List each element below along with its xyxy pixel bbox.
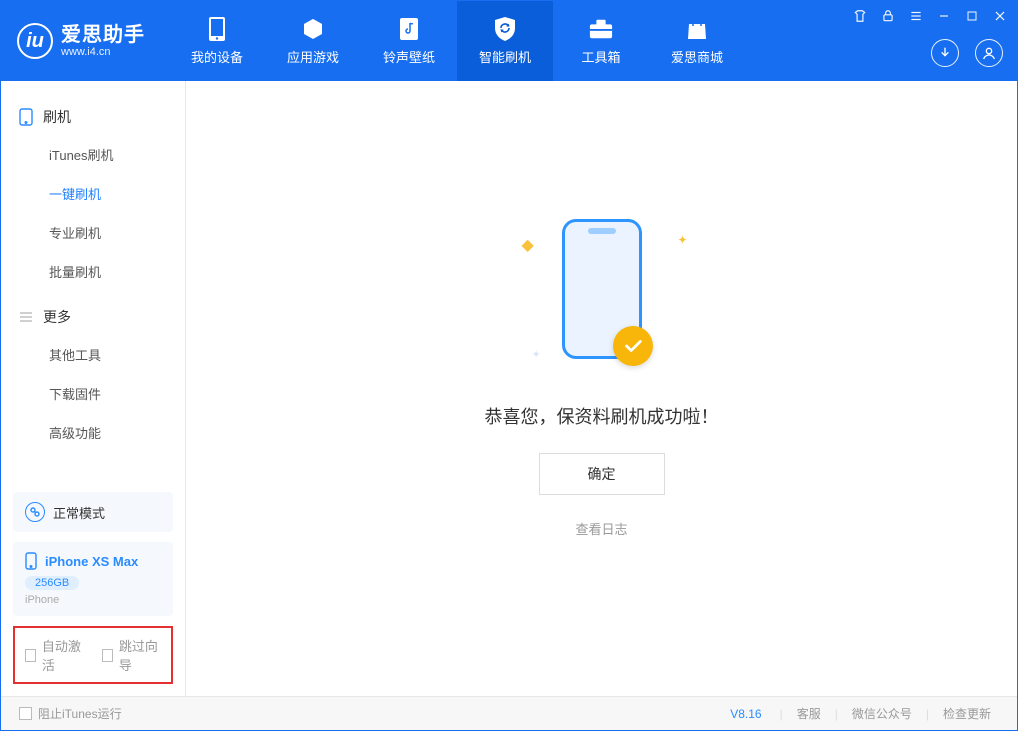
- tab-label: 工具箱: [581, 47, 620, 66]
- checkbox-label: 阻止iTunes运行: [38, 705, 122, 722]
- device-name: iPhone XS Max: [45, 554, 138, 569]
- tab-flash[interactable]: 智能刷机: [457, 1, 553, 81]
- checkbox-icon: [25, 649, 36, 662]
- user-button[interactable]: [975, 39, 1003, 67]
- auto-activate-checkbox[interactable]: 自动激活: [25, 636, 84, 674]
- sidebar-section-title: 刷机: [43, 107, 71, 127]
- statusbar-link-update[interactable]: 检查更新: [935, 705, 999, 722]
- statusbar-link-wechat[interactable]: 微信公众号: [844, 705, 920, 722]
- statusbar-link-support[interactable]: 客服: [789, 705, 829, 722]
- cube-icon: [301, 17, 325, 41]
- tab-ringtone[interactable]: 铃声壁纸: [361, 1, 457, 81]
- toolbox-icon: [589, 17, 613, 41]
- skip-guide-checkbox[interactable]: 跳过向导: [102, 636, 161, 674]
- menu-icon[interactable]: [909, 9, 923, 23]
- tab-label: 爱思商城: [671, 47, 723, 66]
- sparkle-icon: ✦: [532, 348, 541, 361]
- checkbox-label: 自动激活: [42, 636, 84, 674]
- phone-outline-icon: [19, 108, 33, 126]
- mode-label: 正常模式: [53, 503, 105, 522]
- lock-icon[interactable]: [881, 9, 895, 23]
- sidebar-item-pro-flash[interactable]: 专业刷机: [1, 213, 185, 252]
- mode-card[interactable]: 正常模式: [13, 492, 173, 532]
- sidebar-section-flash: 刷机: [1, 99, 185, 135]
- checkbox-icon: [102, 649, 113, 662]
- sidebar-section-more: 更多: [1, 299, 185, 335]
- phone-icon: [205, 17, 229, 41]
- download-button[interactable]: [931, 39, 959, 67]
- sidebar: 刷机 iTunes刷机 一键刷机 专业刷机 批量刷机 更多 其他工具 下载固件 …: [1, 81, 186, 696]
- main-content: ◆ ✦ ✦ 恭喜您，保资料刷机成功啦！ 确定 查看日志: [186, 81, 1017, 696]
- normal-mode-icon: [25, 502, 45, 522]
- sidebar-item-batch-flash[interactable]: 批量刷机: [1, 252, 185, 291]
- tab-apps[interactable]: 应用游戏: [265, 1, 361, 81]
- header: iu 爱思助手 www.i4.cn 我的设备 应用游戏: [1, 1, 1017, 81]
- version-label: V8.16: [730, 707, 773, 721]
- header-right: [931, 39, 1003, 67]
- device-card[interactable]: iPhone XS Max 256GB iPhone: [13, 542, 173, 616]
- window-controls: [853, 9, 1007, 23]
- sidebar-item-advanced[interactable]: 高级功能: [1, 413, 185, 452]
- sidebar-item-other-tools[interactable]: 其他工具: [1, 335, 185, 374]
- close-button[interactable]: [993, 9, 1007, 23]
- shopping-bag-icon: [685, 17, 709, 41]
- sidebar-item-download-firmware[interactable]: 下载固件: [1, 374, 185, 413]
- tab-label: 铃声壁纸: [383, 47, 435, 66]
- shirt-icon[interactable]: [853, 9, 867, 23]
- ok-button[interactable]: 确定: [539, 453, 665, 495]
- shield-refresh-icon: [493, 17, 517, 41]
- device-capacity: 256GB: [25, 576, 79, 590]
- device-type: iPhone: [25, 594, 161, 606]
- phone-illustration-icon: [562, 219, 642, 359]
- sidebar-item-onekey-flash[interactable]: 一键刷机: [1, 174, 185, 213]
- statusbar: 阻止iTunes运行 V8.16 | 客服 | 微信公众号 | 检查更新: [1, 696, 1017, 730]
- app-window: iu 爱思助手 www.i4.cn 我的设备 应用游戏: [0, 0, 1018, 731]
- checkbox-row: 自动激活 跳过向导: [13, 626, 173, 684]
- tab-label: 应用游戏: [287, 47, 339, 66]
- logo-icon: iu: [17, 23, 53, 59]
- app-url: www.i4.cn: [61, 46, 145, 58]
- sidebar-section-title: 更多: [43, 307, 71, 327]
- tab-label: 我的设备: [191, 47, 243, 66]
- success-illustration: ◆ ✦ ✦: [492, 199, 712, 379]
- body: 刷机 iTunes刷机 一键刷机 专业刷机 批量刷机 更多 其他工具 下载固件 …: [1, 81, 1017, 696]
- tab-label: 智能刷机: [479, 47, 531, 66]
- tab-store[interactable]: 爱思商城: [649, 1, 745, 81]
- block-itunes-checkbox[interactable]: 阻止iTunes运行: [19, 705, 122, 722]
- checkmark-badge-icon: [613, 326, 653, 366]
- app-name: 爱思助手: [61, 24, 145, 46]
- music-note-icon: [397, 17, 421, 41]
- minimize-button[interactable]: [937, 9, 951, 23]
- sparkle-icon: ✦: [677, 233, 687, 247]
- checkbox-icon: [19, 707, 32, 720]
- sidebar-item-itunes-flash[interactable]: iTunes刷机: [1, 135, 185, 174]
- maximize-button[interactable]: [965, 9, 979, 23]
- sparkle-icon: ◆: [522, 235, 534, 255]
- device-phone-icon: [25, 552, 37, 570]
- more-icon: [19, 310, 33, 324]
- logo: iu 爱思助手 www.i4.cn: [17, 23, 145, 59]
- view-log-link[interactable]: 查看日志: [575, 519, 627, 538]
- tab-toolbox[interactable]: 工具箱: [553, 1, 649, 81]
- tab-my-device[interactable]: 我的设备: [169, 1, 265, 81]
- checkbox-label: 跳过向导: [119, 636, 161, 674]
- nav-tabs: 我的设备 应用游戏 铃声壁纸 智能刷机: [169, 1, 745, 81]
- success-message: 恭喜您，保资料刷机成功啦！: [485, 403, 719, 429]
